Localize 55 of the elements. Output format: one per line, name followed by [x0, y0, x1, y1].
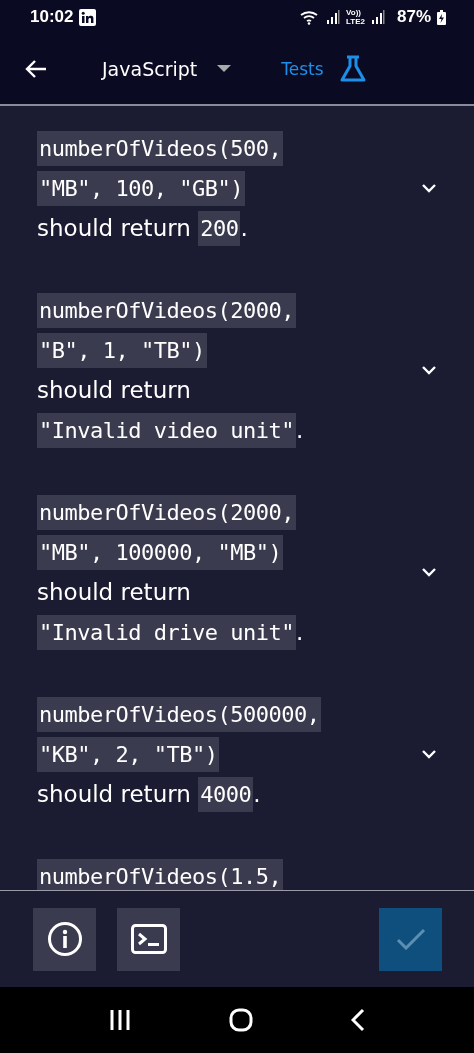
wifi-icon [300, 9, 320, 25]
code-snippet: "MB", 100, "GB") [37, 170, 245, 206]
test-description: should return [37, 215, 192, 241]
code-snippet: numberOfVideos(500000, [37, 696, 322, 732]
recent-apps-icon [109, 1009, 131, 1031]
back-arrow-icon [24, 59, 48, 79]
expand-button[interactable] [421, 365, 437, 375]
code-snippet: "B", 1, "TB") [37, 332, 207, 368]
checkmark-icon [395, 928, 426, 950]
expand-button[interactable] [421, 183, 437, 193]
test-description: should return [37, 781, 192, 807]
expand-button[interactable] [421, 749, 437, 759]
test-description: should return [37, 377, 191, 403]
app-notification-icon [79, 8, 97, 26]
console-button[interactable] [117, 907, 180, 971]
chevron-down-icon [421, 365, 437, 375]
test-description: should return [37, 579, 191, 605]
test-description: . [253, 781, 261, 807]
test-description: . [240, 215, 248, 241]
recent-apps-button[interactable] [109, 1009, 131, 1031]
network-label: LTE2 [346, 17, 365, 26]
tests-button[interactable]: Tests [281, 54, 368, 84]
code-snippet: 4000 [198, 776, 254, 812]
battery-percentage: 87% [396, 7, 431, 27]
code-snippet: "Invalid video unit" [37, 412, 296, 448]
chevron-down-icon [421, 567, 437, 577]
back-chevron-icon [351, 1008, 365, 1032]
code-snippet: "Invalid drive unit" [37, 614, 296, 650]
signal-icon [370, 10, 385, 24]
chevron-down-icon [421, 183, 437, 193]
back-button[interactable] [24, 59, 48, 79]
signal-icon [326, 10, 340, 24]
home-button[interactable] [229, 1008, 253, 1032]
caret-icon [217, 65, 232, 73]
test-description: . [295, 417, 304, 443]
check-code-button[interactable] [379, 907, 442, 971]
clock-time: 10:02 [30, 7, 74, 27]
language-dropdown[interactable]: JavaScript [102, 58, 232, 80]
code-snippet: numberOfVideos(500, [37, 130, 284, 166]
chevron-down-icon [421, 749, 437, 759]
code-snippet: numberOfVideos(2000, [37, 494, 296, 530]
code-snippet: 200 [198, 210, 241, 246]
info-button[interactable] [33, 907, 96, 971]
battery-charging-icon [437, 9, 446, 25]
info-icon [46, 921, 83, 957]
network-label: Vo)) [346, 8, 362, 17]
back-button[interactable] [351, 1008, 365, 1032]
code-snippet: numberOfVideos(1.5, [37, 858, 284, 890]
home-icon [229, 1008, 253, 1032]
code-snippet: "KB", 2, "TB") [37, 736, 220, 772]
test-description: . [295, 619, 304, 645]
code-snippet: "MB", 100000, "MB") [37, 534, 284, 570]
code-snippet: numberOfVideos(2000, [37, 292, 296, 328]
terminal-icon [130, 924, 167, 954]
expand-button[interactable] [421, 567, 437, 577]
